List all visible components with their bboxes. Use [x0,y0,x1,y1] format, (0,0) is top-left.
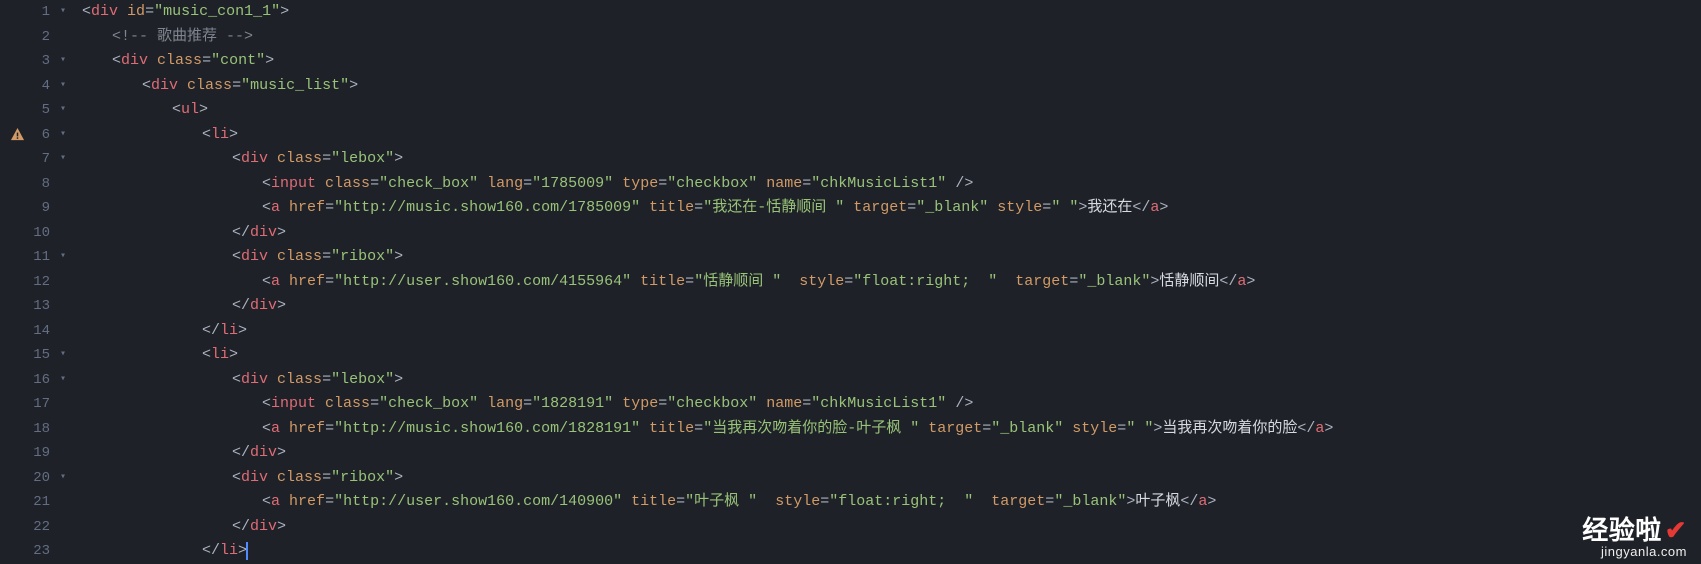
line-number: 10 [20,221,50,246]
gutter-row[interactable]: 6 ▾ [0,123,78,148]
code-line[interactable]: <ul> [82,98,1701,123]
gutter-row[interactable]: 5 ▾ [0,98,78,123]
gutter-row[interactable]: 11 ▾ [0,245,78,270]
code-line[interactable]: <div class="lebox"> [82,147,1701,172]
gutter-row[interactable]: 20 ▾ [0,466,78,491]
fold-icon[interactable]: ▾ [56,98,70,123]
line-number: 11 [20,245,50,270]
line-number: 17 [20,392,50,417]
gutter-row[interactable]: 3 ▾ [0,49,78,74]
line-number: 1 [20,0,50,25]
tag-name: div [91,0,118,25]
gutter-row[interactable]: 1 ▾ [0,0,78,25]
line-number: 3 [20,49,50,74]
gutter-row[interactable]: 7 ▾ [0,147,78,172]
code-line[interactable]: </div> [82,441,1701,466]
fold-icon[interactable]: ▾ [56,0,70,25]
code-line[interactable]: <div class="cont"> [82,49,1701,74]
gutter-row[interactable]: 16 ▾ [0,368,78,393]
comment-open: <!-- [112,25,157,50]
gutter-row[interactable]: 4 ▾ [0,74,78,99]
code-line[interactable]: <input class="check_box" lang="1785009" … [82,172,1701,197]
code-line[interactable]: </div> [82,294,1701,319]
gutter: 1 ▾ 2 3 ▾ 4 ▾ 5 ▾ 6 ▾ 7 ▾ [0,0,78,564]
line-number: 20 [20,466,50,491]
gutter-row[interactable]: 10 [0,221,78,246]
code-line[interactable]: </li> [82,539,1701,564]
line-number: 7 [20,147,50,172]
code-line[interactable]: </li> [82,319,1701,344]
gutter-row[interactable]: 12 [0,270,78,295]
gutter-row[interactable]: 2 [0,25,78,50]
punct: < [82,0,91,25]
code-line[interactable]: <div class="lebox"> [82,368,1701,393]
line-number: 14 [20,319,50,344]
fold-icon[interactable]: ▾ [56,74,70,99]
link-text: 我还在 [1087,196,1132,221]
comment-text: 歌曲推荐 [157,25,217,50]
code-line[interactable]: <div class="ribox"> [82,466,1701,491]
code-editor[interactable]: 1 ▾ 2 3 ▾ 4 ▾ 5 ▾ 6 ▾ 7 ▾ [0,0,1701,564]
fold-icon[interactable]: ▾ [56,123,70,148]
gutter-row[interactable]: 17 [0,392,78,417]
gutter-row[interactable]: 8 [0,172,78,197]
fold-icon[interactable]: ▾ [56,49,70,74]
line-number: 12 [20,270,50,295]
text-cursor [246,542,248,560]
code-line[interactable]: <li> [82,343,1701,368]
gutter-row[interactable]: 14 [0,319,78,344]
fold-icon[interactable]: ▾ [56,245,70,270]
line-number: 9 [20,196,50,221]
line-number: 2 [20,25,50,50]
gutter-row[interactable]: 15 ▾ [0,343,78,368]
line-number: 22 [20,515,50,540]
line-number: 4 [20,74,50,99]
attr-name: id [127,0,145,25]
line-number: 8 [20,172,50,197]
line-number: 19 [20,441,50,466]
gutter-row[interactable]: 18 [0,417,78,442]
comment-close: --> [217,25,253,50]
fold-icon[interactable]: ▾ [56,368,70,393]
gutter-row[interactable]: 9 [0,196,78,221]
line-number: 15 [20,343,50,368]
fold-icon[interactable]: ▾ [56,343,70,368]
code-line[interactable]: <div class="music_list"> [82,74,1701,99]
code-line[interactable]: </div> [82,515,1701,540]
attr-value: "music_con1_1" [154,0,280,25]
code-line[interactable]: <!-- 歌曲推荐 --> [82,25,1701,50]
gutter-row[interactable]: 22 [0,515,78,540]
line-number: 21 [20,490,50,515]
gutter-row[interactable]: 21 [0,490,78,515]
code-line[interactable]: <input class="check_box" lang="1828191" … [82,392,1701,417]
gutter-row[interactable]: 19 [0,441,78,466]
line-number: 18 [20,417,50,442]
code-line[interactable]: <a href="http://music.show160.com/182819… [82,417,1701,442]
fold-icon[interactable]: ▾ [56,466,70,491]
gutter-row[interactable]: 13 [0,294,78,319]
line-number: 13 [20,294,50,319]
line-number: 16 [20,368,50,393]
code-line[interactable]: </div> [82,221,1701,246]
code-line[interactable]: <div id="music_con1_1"> [82,0,1701,25]
code-line[interactable]: <a href="http://music.show160.com/178500… [82,196,1701,221]
code-line[interactable]: <a href="http://user.show160.com/140900"… [82,490,1701,515]
fold-icon[interactable]: ▾ [56,147,70,172]
gutter-row[interactable]: 23 [0,539,78,564]
code-line[interactable]: <div class="ribox"> [82,245,1701,270]
code-area[interactable]: <div id="music_con1_1"> <!-- 歌曲推荐 --> <d… [78,0,1701,564]
code-line[interactable]: <li> [82,123,1701,148]
code-line[interactable]: <a href="http://user.show160.com/4155964… [82,270,1701,295]
line-number: 5 [20,98,50,123]
line-number: 23 [20,539,50,564]
